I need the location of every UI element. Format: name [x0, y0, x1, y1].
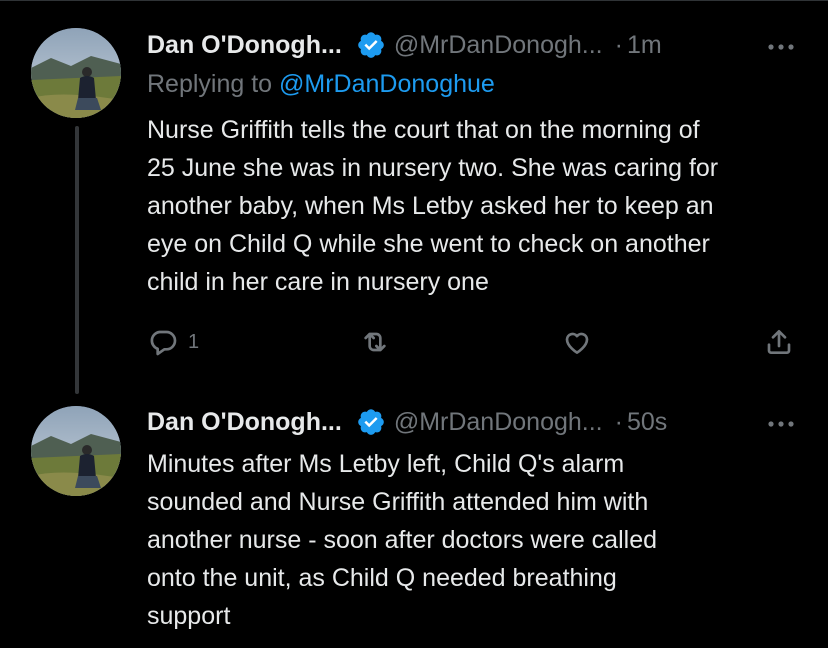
separator: · — [614, 30, 623, 59]
author-name[interactable]: Dan O'Donogh... — [147, 408, 342, 437]
tweet-header: Dan O'Donogh... @MrDanDonogh... · 50s — [147, 405, 667, 439]
reply-prefix: Replying to — [147, 70, 273, 98]
timestamp[interactable]: 1m — [627, 31, 662, 60]
more-icon[interactable] — [764, 414, 798, 434]
author-handle[interactable]: @MrDanDonogh... — [394, 408, 603, 437]
like-button[interactable] — [561, 326, 593, 358]
retweet-button[interactable] — [359, 326, 391, 358]
tweet-text: Nurse Griffith tells the court that on t… — [147, 116, 719, 296]
thread-line — [75, 126, 79, 394]
verified-badge-icon — [358, 409, 384, 435]
author-handle[interactable]: @MrDanDonogh... — [394, 31, 603, 60]
like-icon — [565, 332, 589, 354]
share-button[interactable] — [763, 326, 795, 358]
avatar[interactable] — [31, 406, 121, 496]
tweet-header: Dan O'Donogh... @MrDanDonogh... · 1m — [147, 28, 662, 62]
share-icon — [767, 330, 791, 354]
separator: · — [614, 407, 623, 436]
tweet-text: Minutes after Ms Letby left, Child Q's a… — [147, 450, 657, 630]
timestamp[interactable]: 50s — [627, 408, 667, 437]
author-name[interactable]: Dan O'Donogh... — [147, 31, 342, 60]
reply-icon — [150, 330, 177, 356]
avatar-photo — [31, 28, 121, 118]
more-icon[interactable] — [764, 37, 798, 57]
replying-to: Replying to @MrDanDonoghue — [147, 70, 495, 99]
tweet-actions: 1 — [147, 326, 797, 360]
reply-mention-link[interactable]: @MrDanDonoghue — [279, 70, 495, 98]
avatar-photo — [31, 406, 121, 496]
retweet-icon — [364, 332, 386, 352]
tweet[interactable]: Dan O'Donogh... @MrDanDonogh... · 1m Rep… — [0, 0, 828, 395]
verified-badge-icon — [358, 32, 384, 58]
reply-count: 1 — [188, 330, 200, 353]
avatar[interactable] — [31, 28, 121, 118]
tweet[interactable]: Dan O'Donogh... @MrDanDonogh... · 50s Mi… — [0, 395, 828, 648]
reply-button[interactable]: 1 — [147, 326, 199, 358]
